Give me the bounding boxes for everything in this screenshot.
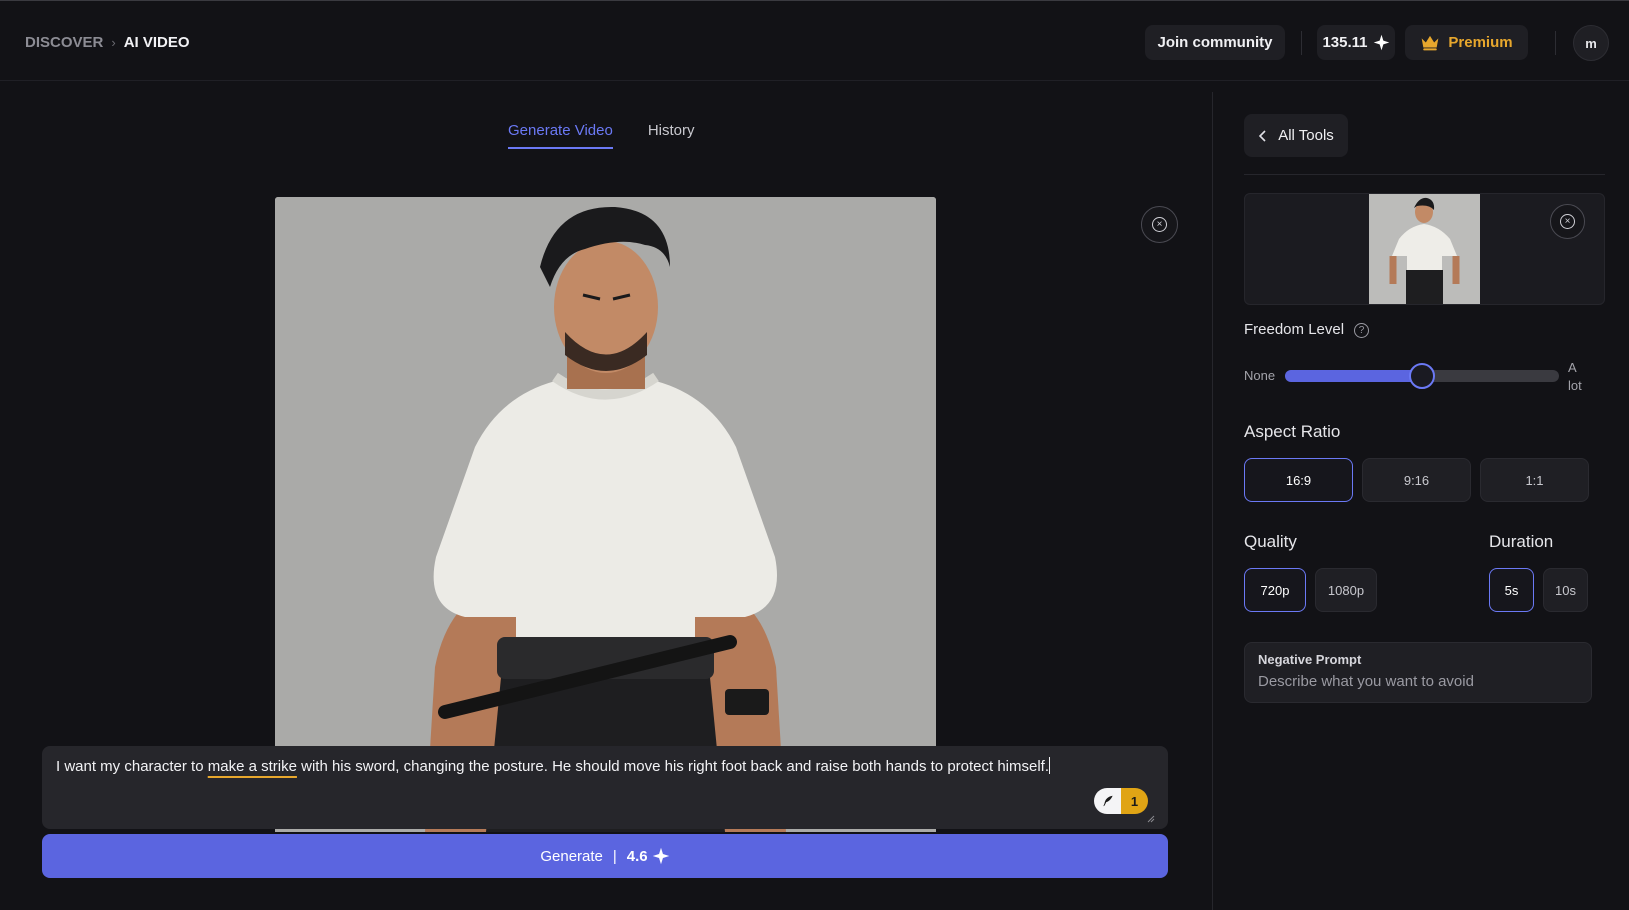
freedom-level-label: Freedom Level [1244, 321, 1345, 338]
freedom-slider-thumb[interactable] [1409, 363, 1435, 389]
join-community-label: Join community [1157, 34, 1273, 51]
premium-button[interactable]: Premium [1405, 25, 1528, 60]
all-tools-label: All Tools [1278, 127, 1334, 144]
prompt-text-before: I want my character to [56, 758, 208, 775]
feather-icon [1094, 788, 1121, 814]
negative-prompt-title: Negative Prompt [1258, 652, 1362, 667]
tab-generate-video[interactable]: Generate Video [508, 122, 613, 149]
aspect-option-9-16[interactable]: 9:16 [1362, 458, 1471, 502]
header-divider [1301, 31, 1302, 55]
avatar-initial: m [1585, 35, 1597, 51]
text-caret [1049, 757, 1051, 774]
duration-option-10s[interactable]: 10s [1543, 568, 1588, 612]
tab-bar: Generate Video History [508, 122, 694, 149]
freedom-slider[interactable] [1285, 363, 1559, 389]
credits-button[interactable]: 135.11 [1317, 25, 1395, 60]
aspect-ratio-label: Aspect Ratio [1244, 422, 1341, 441]
credits-value: 135.11 [1322, 34, 1368, 51]
prompt-input[interactable]: I want my character to make a strike wit… [42, 746, 1168, 829]
sparkle-icon [1373, 34, 1389, 51]
breadcrumb-ai-video: AI VIDEO [123, 34, 190, 51]
prompt-text[interactable]: I want my character to make a strike wit… [56, 757, 1051, 775]
freedom-min-label: None [1244, 368, 1276, 383]
remove-preview-button[interactable]: × [1141, 206, 1178, 243]
reference-thumbnail[interactable] [1369, 194, 1480, 304]
remove-reference-button[interactable]: × [1550, 204, 1585, 239]
quality-label: Quality [1244, 532, 1297, 551]
aspect-option-16-9[interactable]: 16:9 [1244, 458, 1353, 502]
negative-prompt-placeholder[interactable]: Describe what you want to avoid [1258, 673, 1474, 690]
avatar[interactable]: m [1573, 25, 1609, 61]
generate-cost: 4.6 [626, 847, 648, 865]
thumbnail-illustration [1369, 194, 1480, 304]
reference-image-box: × [1244, 193, 1605, 305]
premium-label: Premium [1448, 34, 1513, 51]
prompt-highlight[interactable]: make a strike [208, 758, 297, 775]
join-community-button[interactable]: Join community [1145, 25, 1285, 60]
all-tools-button[interactable]: All Tools [1244, 114, 1348, 157]
breadcrumb: DISCOVER › AI VIDEO [25, 34, 190, 51]
close-circle-icon: × [1560, 214, 1575, 229]
header: DISCOVER › AI VIDEO Join community 135.1… [0, 1, 1629, 81]
prompt-text-after: with his sword, changing the posture. He… [296, 758, 1050, 775]
chevron-left-icon [1259, 129, 1266, 142]
enhance-prompt-badge[interactable]: 1 [1094, 788, 1148, 814]
freedom-max-label-line1: A [1568, 360, 1577, 375]
character-illustration [275, 197, 936, 832]
freedom-max-label-line2: lot [1568, 378, 1582, 393]
negative-prompt-field[interactable]: Negative Prompt Describe what you want t… [1244, 642, 1592, 703]
generate-button[interactable]: Generate | 4.6 [42, 834, 1168, 878]
crown-icon [1422, 35, 1439, 51]
panel-divider [1212, 92, 1213, 910]
freedom-level-title: Freedom Level? [1244, 321, 1370, 338]
sparkle-icon [652, 847, 669, 865]
quality-option-1080p[interactable]: 1080p [1315, 568, 1377, 612]
aspect-option-1-1[interactable]: 1:1 [1480, 458, 1589, 502]
generate-label: Generate [540, 847, 603, 865]
generate-separator: | [612, 847, 617, 865]
freedom-slider-fill [1285, 370, 1422, 382]
breadcrumb-separator: › [111, 35, 116, 50]
tab-history[interactable]: History [648, 122, 695, 149]
breadcrumb-discover[interactable]: DISCOVER [25, 34, 103, 51]
close-circle-icon: × [1152, 217, 1167, 232]
header-divider [1555, 31, 1556, 55]
enhance-count: 1 [1121, 788, 1148, 814]
panel-separator [1244, 174, 1605, 175]
help-icon[interactable]: ? [1354, 323, 1370, 338]
quality-option-720p[interactable]: 720p [1244, 568, 1306, 612]
preview-image [275, 197, 936, 832]
resize-handle-icon[interactable] [1147, 815, 1155, 823]
duration-label: Duration [1489, 532, 1554, 551]
duration-option-5s[interactable]: 5s [1489, 568, 1534, 612]
freedom-max-label: A lot [1568, 359, 1582, 395]
